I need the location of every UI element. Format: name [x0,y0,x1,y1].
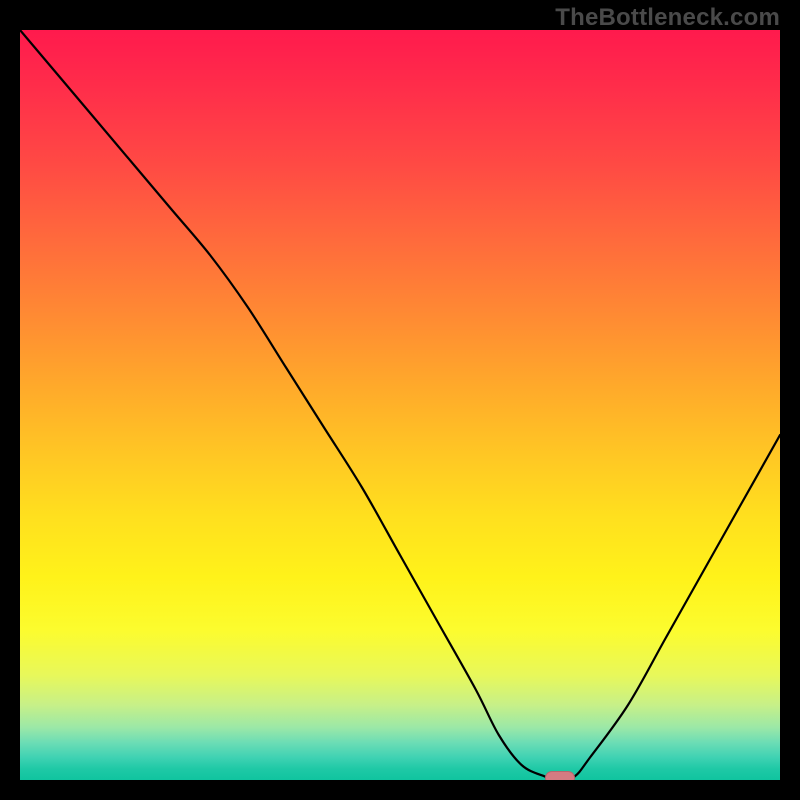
bottleneck-curve [20,30,780,780]
chart-frame: TheBottleneck.com [0,0,800,800]
plot-area [20,30,780,780]
optimal-point-marker [545,771,575,780]
curve-path [20,30,780,780]
watermark-text: TheBottleneck.com [555,4,780,32]
